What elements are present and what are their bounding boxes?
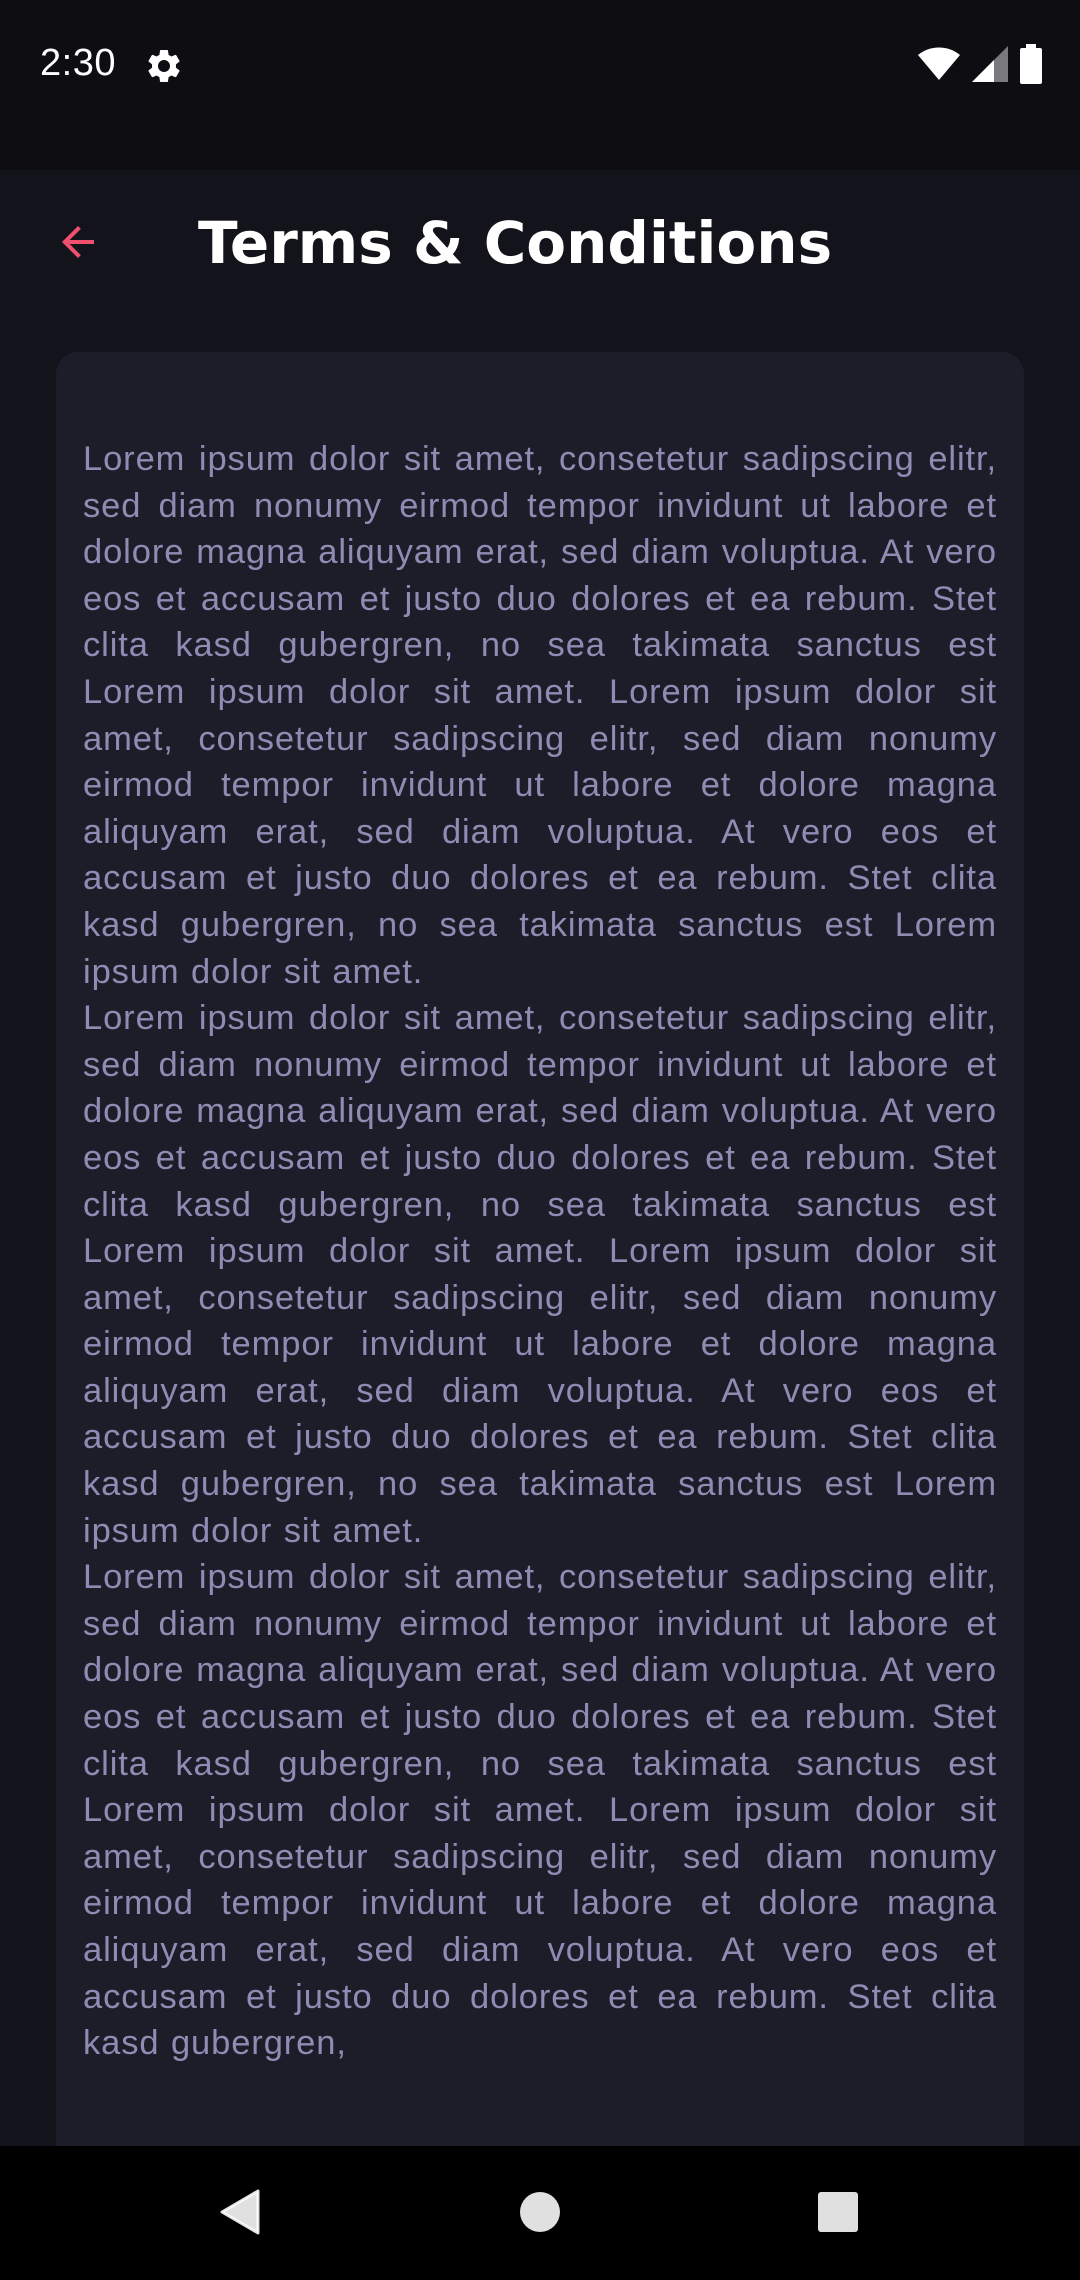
nav-recents-button[interactable] [800,2176,876,2252]
terms-text: Lorem ipsum dolor sit amet, consetetur s… [83,436,997,2067]
wifi-icon [918,47,960,85]
battery-icon [1020,44,1042,88]
status-icons [918,44,1042,88]
page-title: Terms & Conditions [198,209,833,277]
gear-icon [144,46,184,86]
nav-home-button[interactable] [502,2176,578,2252]
recents-square-icon [817,2191,859,2237]
arrow-left-icon [54,218,102,270]
system-navigation-bar [0,2146,1080,2280]
status-time: 2:30 [40,42,116,84]
terms-screen: 2:30 Terms & Conditions Lorem ipsum dolo… [0,0,1080,2280]
terms-paragraph: Lorem ipsum dolor sit amet, consetetur s… [83,1558,997,2063]
back-triangle-icon [220,2189,260,2239]
terms-paragraph: Lorem ipsum dolor sit amet, consetetur s… [83,440,997,991]
home-circle-icon [519,2191,561,2237]
signal-icon [972,46,1008,86]
terms-content-card[interactable]: Lorem ipsum dolor sit amet, consetetur s… [56,352,1024,2252]
terms-paragraph: Lorem ipsum dolor sit amet, consetetur s… [83,999,997,1550]
status-bar: 2:30 [0,0,1080,170]
back-button[interactable] [40,206,116,282]
nav-back-button[interactable] [202,2176,278,2252]
app-bar: Terms & Conditions [0,170,1080,326]
